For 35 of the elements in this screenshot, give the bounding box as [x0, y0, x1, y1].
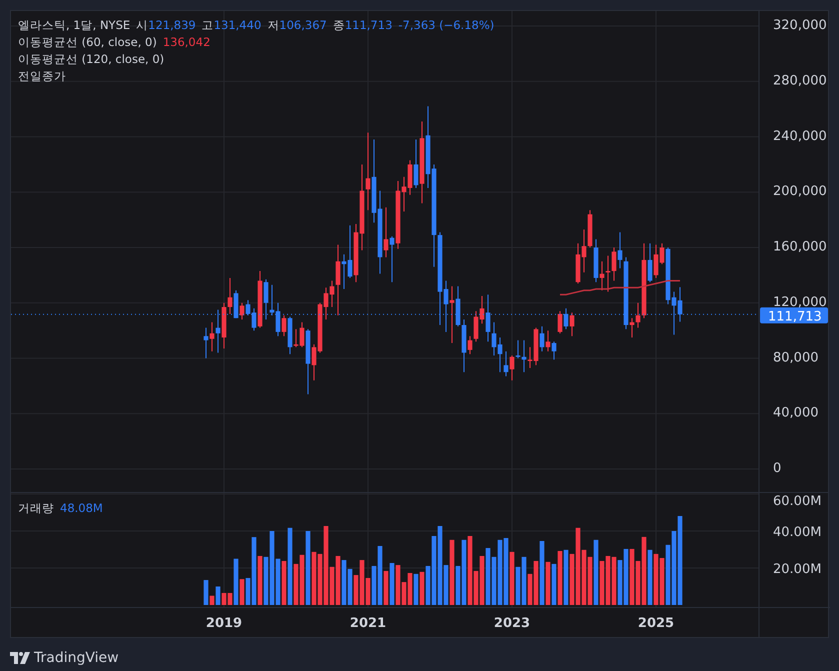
- ohlc-value: 106,367: [279, 17, 327, 34]
- tradingview-logo-icon: [10, 652, 30, 664]
- volume-label: 거래량: [18, 501, 54, 516]
- last-price-badge: 111,713: [760, 307, 828, 324]
- indicator-label[interactable]: 전일종가: [18, 68, 66, 85]
- time-axis-label: 2023: [494, 616, 530, 631]
- ohlc-label: 저: [267, 17, 280, 34]
- price-axis-label: 160,000: [773, 240, 827, 254]
- ohlc-value: 121,839: [148, 17, 196, 34]
- ohlc-value: 131,440: [214, 17, 262, 34]
- price-axis-label: 240,000: [773, 128, 827, 144]
- price-axis-label: 0: [773, 461, 782, 476]
- volume-axis-label: 20.00M: [773, 562, 822, 577]
- price-axis-label: 320,000: [773, 18, 827, 33]
- ohlc-label: 시: [136, 17, 148, 34]
- brand-name[interactable]: TradingView: [34, 650, 119, 666]
- price-axis-label: 120,000: [773, 294, 827, 310]
- symbol-title: 엘라스틱, 1달, NYSE: [18, 17, 130, 34]
- ohlc-value: 111,713: [344, 17, 392, 34]
- ohlc-label: 종: [332, 17, 345, 34]
- time-axis-label: 2025: [638, 616, 674, 631]
- price-change: -7,363 (−6.18%): [398, 17, 494, 34]
- price-axis-label: 200,000: [773, 184, 827, 200]
- volume-value: 48.08M: [60, 501, 103, 516]
- time-axis-label: 2019: [206, 616, 242, 631]
- indicator-value: 136,042: [162, 34, 210, 51]
- volume-axis-label: 60.00M: [773, 494, 822, 509]
- price-axis-label: 40,000: [773, 406, 818, 421]
- volume-axis-label: 40.00M: [773, 525, 822, 540]
- price-axis-label: 280,000: [773, 73, 827, 88]
- price-axis-label: 80,000: [773, 350, 818, 366]
- time-axis-label: 2021: [350, 616, 386, 631]
- ohlc-label: 고: [202, 17, 214, 34]
- indicator-label[interactable]: 이동평균선 (60, close, 0): [18, 34, 157, 51]
- indicator-label[interactable]: 이동평균선 (120, close, 0): [18, 51, 164, 68]
